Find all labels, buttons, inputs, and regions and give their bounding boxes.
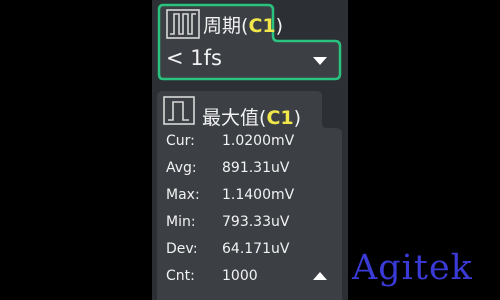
stats-channel: C1 [266,107,294,129]
period-channel: C1 [248,15,276,37]
stat-row-cnt: Cnt: 1000 [166,268,258,284]
period-value: < 1fs [166,46,222,70]
period-measurement-tile[interactable]: 周期(C1) < 1fs [157,3,342,81]
stat-label: Cnt: [166,268,195,284]
period-title: 周期(C1) [203,15,284,37]
stats-title: 最大值(C1) [202,107,302,129]
period-title-text: 周期 [203,15,242,37]
agitek-watermark: Agitek [352,248,473,288]
stat-value: 1.0200mV [222,133,295,149]
pulse-icon [163,96,195,125]
stat-label: Avg: [166,160,197,176]
stat-value: 64.171uV [222,241,290,257]
stat-value: 891.31uV [222,160,290,176]
max-statistics-tile[interactable]: 最大值(C1) Cur: 1.0200mV Avg: 891.31uV Max: 1.… [157,91,342,300]
stat-label: Max: [166,187,200,203]
period-pulse-icon [166,9,200,39]
stat-row-dev: Dev: 64.171uV [166,241,289,257]
stat-label: Dev: [166,241,198,257]
stat-value: 1000 [222,268,258,284]
stat-label: Cur: [166,133,195,149]
chevron-down-icon[interactable] [312,56,328,66]
stat-label: Min: [166,214,196,230]
stat-row-cur: Cur: 1.0200mV [166,133,294,149]
stat-row-min: Min: 793.33uV [166,214,289,230]
stat-row-max: Max: 1.1400mV [166,187,294,203]
stat-row-avg: Avg: 891.31uV [166,160,289,176]
chevron-up-icon[interactable] [312,271,328,281]
stats-title-text: 最大值 [202,107,260,129]
stat-value: 1.1400mV [222,187,295,203]
stat-value: 793.33uV [222,214,290,230]
